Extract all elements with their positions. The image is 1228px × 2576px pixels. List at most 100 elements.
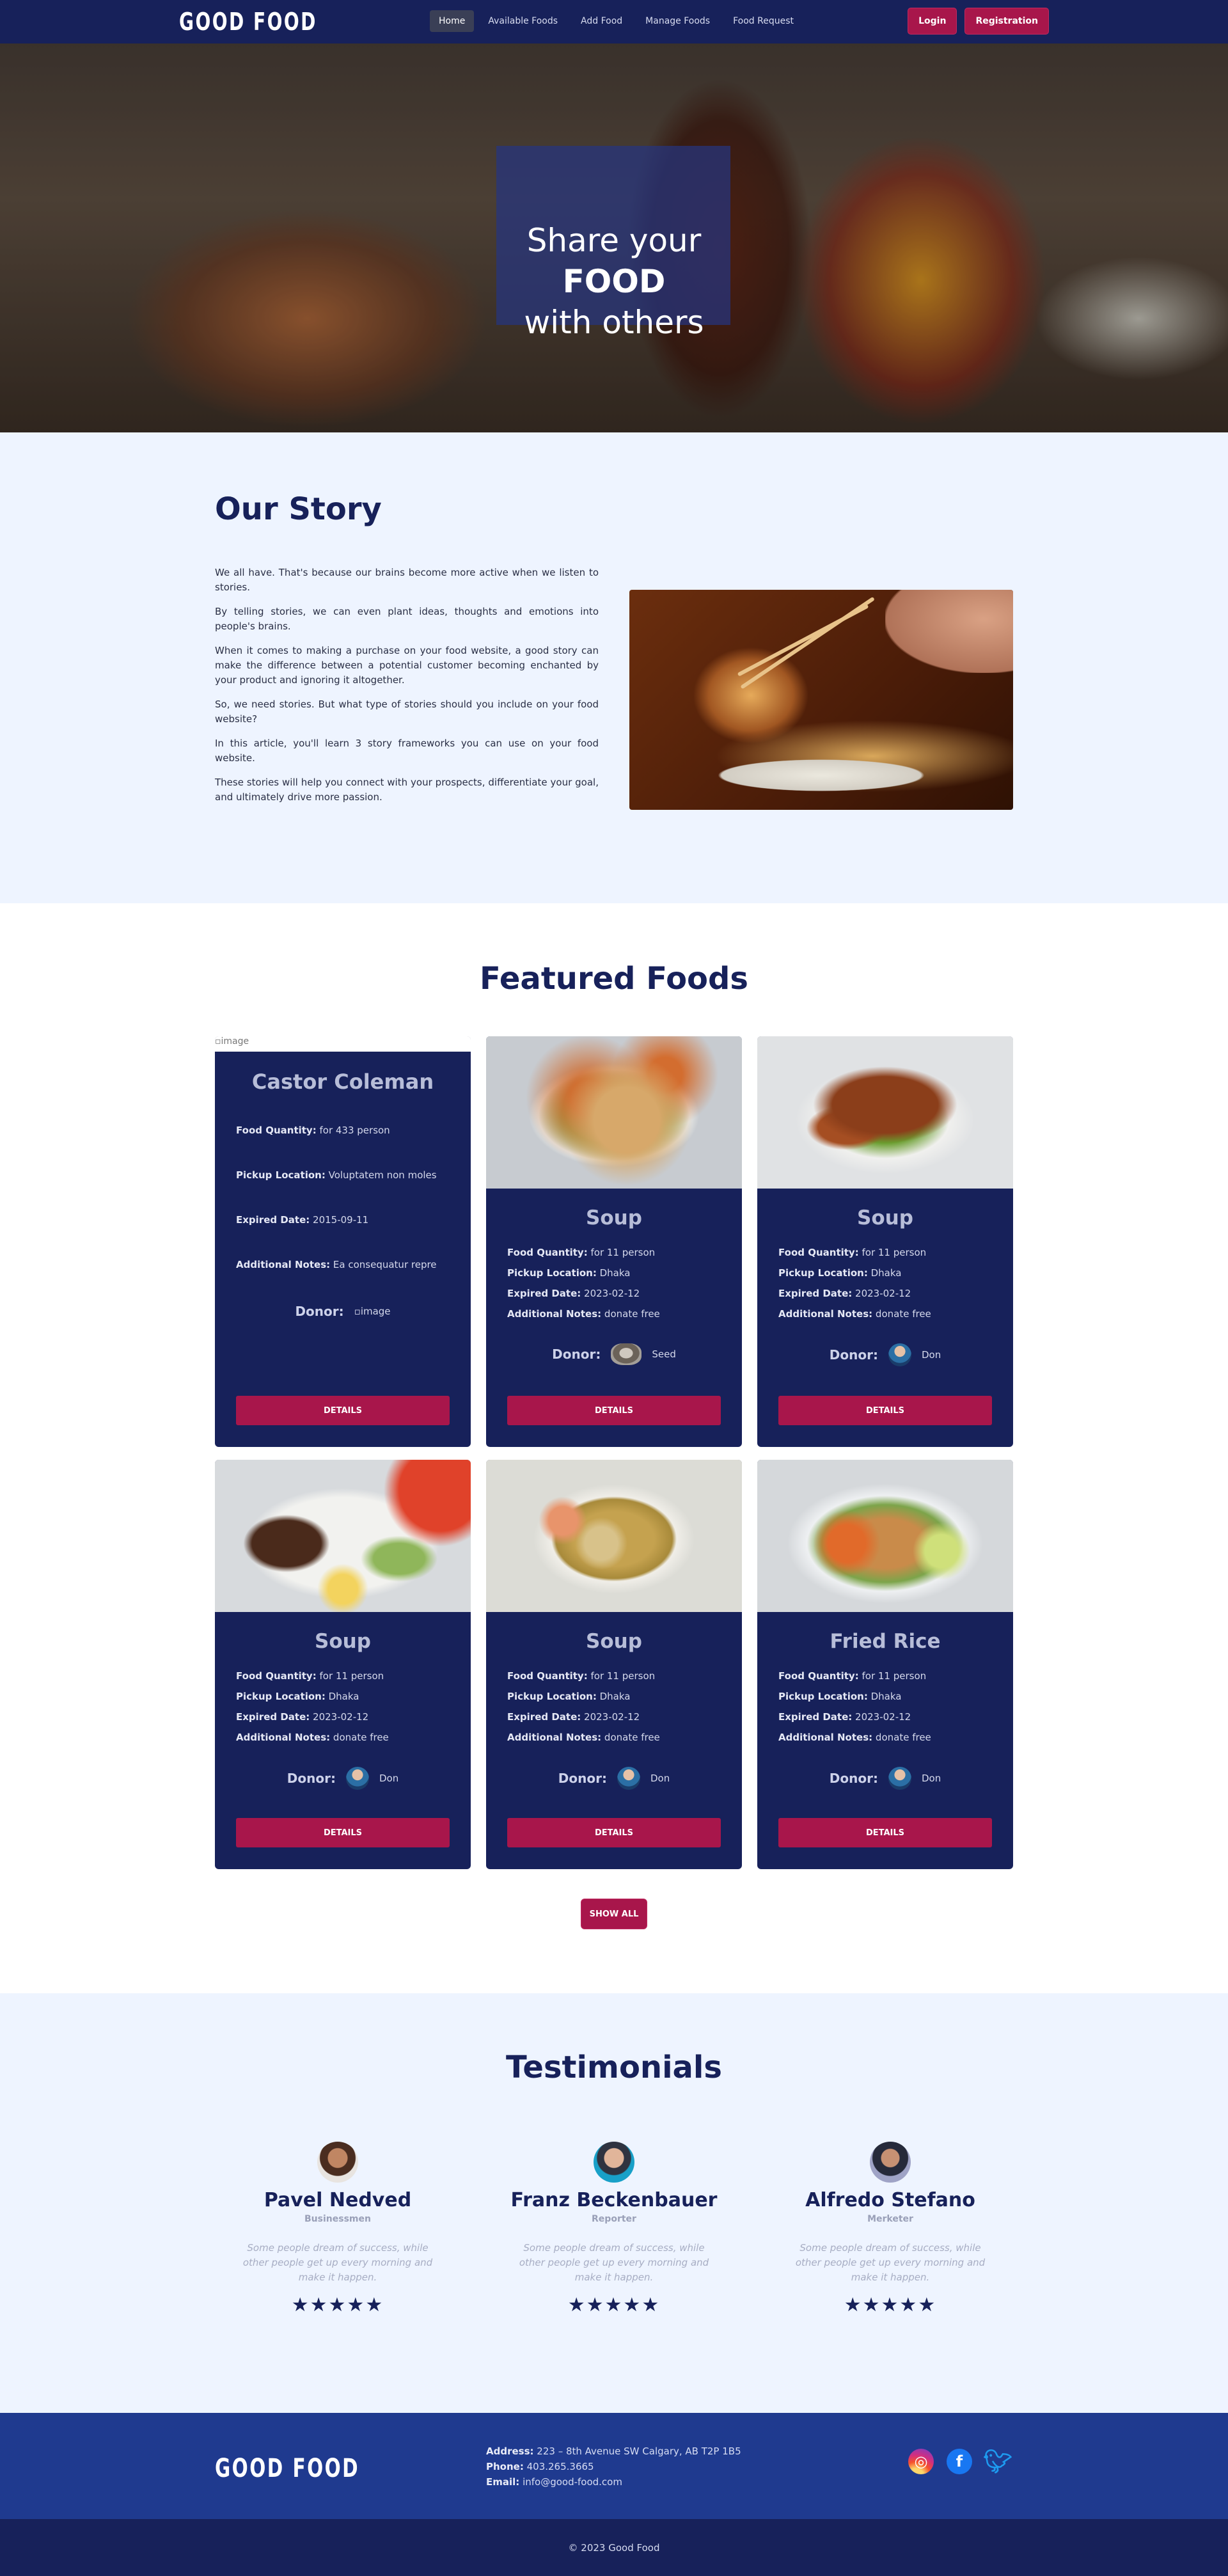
food-fields: Food Quantity: for 11 person Pickup Loca…: [778, 1247, 931, 1320]
donor-avatar: [888, 1343, 911, 1366]
broken-image-icon: ▫image: [215, 1036, 471, 1052]
donor-row: Donor: Seed: [486, 1343, 742, 1365]
donor-name: Don: [921, 1349, 941, 1361]
hero-line-3: with others: [524, 304, 704, 341]
story-paragraph: So, we need stories. But what type of st…: [215, 699, 599, 725]
testimonial-role: Reporter: [592, 2214, 636, 2224]
donor-row: Donor: Don: [215, 1767, 471, 1790]
testimonial-card: Alfredo Stefano Merketer Some people dre…: [775, 2142, 1005, 2316]
hero-line-2: FOOD: [562, 263, 666, 300]
donor-label: Donor:: [552, 1347, 601, 1362]
main-nav: Home Available Foods Add Food Manage Foo…: [430, 10, 803, 32]
featured-foods-section: Featured Foods ▫image Castor Coleman Foo…: [0, 903, 1228, 1993]
details-button[interactable]: DETAILS: [236, 1396, 450, 1425]
story-title: Our Story: [215, 491, 382, 527]
food-image: [486, 1036, 742, 1189]
food-name: Soup: [586, 1206, 642, 1229]
testimonial-quote: Some people dream of success, while othe…: [519, 2242, 709, 2283]
top-navbar: GOOD FOOD Home Available Foods Add Food …: [0, 0, 1228, 43]
testimonial-card: Pavel Nedved Businessmen Some people dre…: [223, 2142, 453, 2316]
food-name: Soup: [857, 1206, 913, 1229]
donor-row: Donor: Don: [486, 1767, 742, 1790]
food-card: Soup Food Quantity: for 11 person Pickup…: [486, 1036, 742, 1447]
donor-name: Don: [379, 1773, 399, 1784]
our-story-section: Our Story We all have. That's because ou…: [0, 432, 1228, 903]
nav-home[interactable]: Home: [430, 10, 475, 32]
twitter-icon[interactable]: 🐦︎: [983, 2449, 1012, 2475]
food-card: Soup Food Quantity: for 11 person Pickup…: [486, 1460, 742, 1869]
featured-title: Featured Foods: [480, 961, 748, 997]
donor-label: Donor:: [558, 1771, 607, 1786]
avatar: [594, 2142, 634, 2183]
donor-row: Donor: Don: [757, 1343, 1013, 1366]
donor-row: Donor: Don: [757, 1767, 1013, 1790]
phone-text: 403.265.3665: [526, 2461, 594, 2472]
nav-available-foods[interactable]: Available Foods: [479, 10, 567, 32]
details-button[interactable]: DETAILS: [778, 1396, 992, 1425]
food-image: [215, 1460, 471, 1612]
food-image: [486, 1460, 742, 1612]
testimonial-name: Franz Beckenbauer: [510, 2189, 718, 2211]
food-card: Soup Food Quantity: for 11 person Pickup…: [215, 1460, 471, 1869]
donor-avatar: [611, 1343, 642, 1365]
nav-add-food[interactable]: Add Food: [572, 10, 631, 32]
food-image: ▫image: [215, 1036, 471, 1052]
story-paragraph: These stories will help you connect with…: [215, 777, 599, 803]
donor-row: Donor: ▫image: [215, 1304, 471, 1319]
dumplings-photo: [629, 590, 1013, 810]
details-button[interactable]: DETAILS: [507, 1818, 721, 1847]
nav-food-request[interactable]: Food Request: [724, 10, 803, 32]
food-fields: Food Quantity: for 433 person Pickup Loc…: [236, 1125, 437, 1270]
details-button[interactable]: DETAILS: [507, 1396, 721, 1425]
login-button[interactable]: Login: [908, 8, 957, 35]
site-logo[interactable]: GOOD FOOD: [179, 8, 317, 36]
avatar: [870, 2142, 911, 2183]
story-paragraph: By telling stories, we can even plant id…: [215, 606, 599, 632]
testimonial-quote: Some people dream of success, while othe…: [242, 2242, 433, 2283]
nav-manage-foods[interactable]: Manage Foods: [636, 10, 719, 32]
food-fields: Food Quantity: for 11 person Pickup Loca…: [507, 1670, 660, 1743]
food-name: Soup: [315, 1630, 371, 1653]
food-fields: Food Quantity: for 11 person Pickup Loca…: [778, 1670, 931, 1743]
donor-name: Seed: [652, 1348, 676, 1360]
auth-buttons: Login Registration: [908, 8, 1049, 35]
donor-name: Don: [921, 1773, 941, 1784]
hand-shape: [885, 590, 1013, 673]
donor-label: Donor:: [287, 1771, 336, 1786]
donor-label: Donor:: [829, 1347, 878, 1363]
chopstick: [740, 596, 875, 690]
food-fields: Food Quantity: for 11 person Pickup Loca…: [236, 1670, 389, 1743]
email-link[interactable]: info@good-food.com: [523, 2476, 622, 2488]
story-body: We all have. That's because our brains b…: [215, 565, 599, 814]
testimonial-card: Franz Beckenbauer Reporter Some people d…: [499, 2142, 729, 2316]
registration-button[interactable]: Registration: [964, 8, 1049, 35]
food-name: Castor Coleman: [251, 1070, 434, 1094]
facebook-icon[interactable]: f: [947, 2449, 972, 2474]
copyright-text: © 2023 Good Food: [568, 2541, 660, 2554]
show-all-button[interactable]: SHOW ALL: [581, 1899, 647, 1929]
story-paragraph: When it comes to making a purchase on yo…: [215, 645, 599, 686]
testimonials-section: Testimonials Pavel Nedved Businessmen So…: [0, 1993, 1228, 2413]
rating-stars: ★★★★★: [567, 2294, 661, 2316]
details-button[interactable]: DETAILS: [778, 1818, 992, 1847]
contact-info: Address: 223 – 8th Avenue SW Calgary, AB…: [486, 2446, 741, 2488]
food-name: Soup: [586, 1630, 642, 1653]
donor-label: Donor:: [295, 1304, 344, 1319]
address-text: 223 – 8th Avenue SW Calgary, AB T2P 1B5: [537, 2446, 741, 2457]
donor-name: Don: [650, 1773, 670, 1784]
details-button[interactable]: DETAILS: [236, 1818, 450, 1847]
food-name: Fried Rice: [830, 1630, 941, 1653]
rating-stars: ★★★★★: [291, 2294, 384, 2316]
story-paragraph: In this article, you'll learn 3 story fr…: [215, 738, 599, 764]
hero-banner: Share your FOOD with others: [0, 43, 1228, 432]
instagram-icon[interactable]: ◎: [908, 2449, 934, 2474]
hero-line-1: Share your: [526, 222, 702, 259]
food-fields: Food Quantity: for 11 person Pickup Loca…: [507, 1247, 660, 1320]
story-paragraph: We all have. That's because our brains b…: [215, 567, 599, 593]
testimonial-role: Merketer: [867, 2214, 913, 2224]
donor-label: Donor:: [829, 1771, 878, 1786]
footer-logo[interactable]: GOOD FOOD: [215, 2454, 359, 2483]
testimonial-name: Pavel Nedved: [264, 2189, 412, 2211]
donor-avatar: [888, 1767, 911, 1790]
testimonial-name: Alfredo Stefano: [805, 2189, 975, 2211]
